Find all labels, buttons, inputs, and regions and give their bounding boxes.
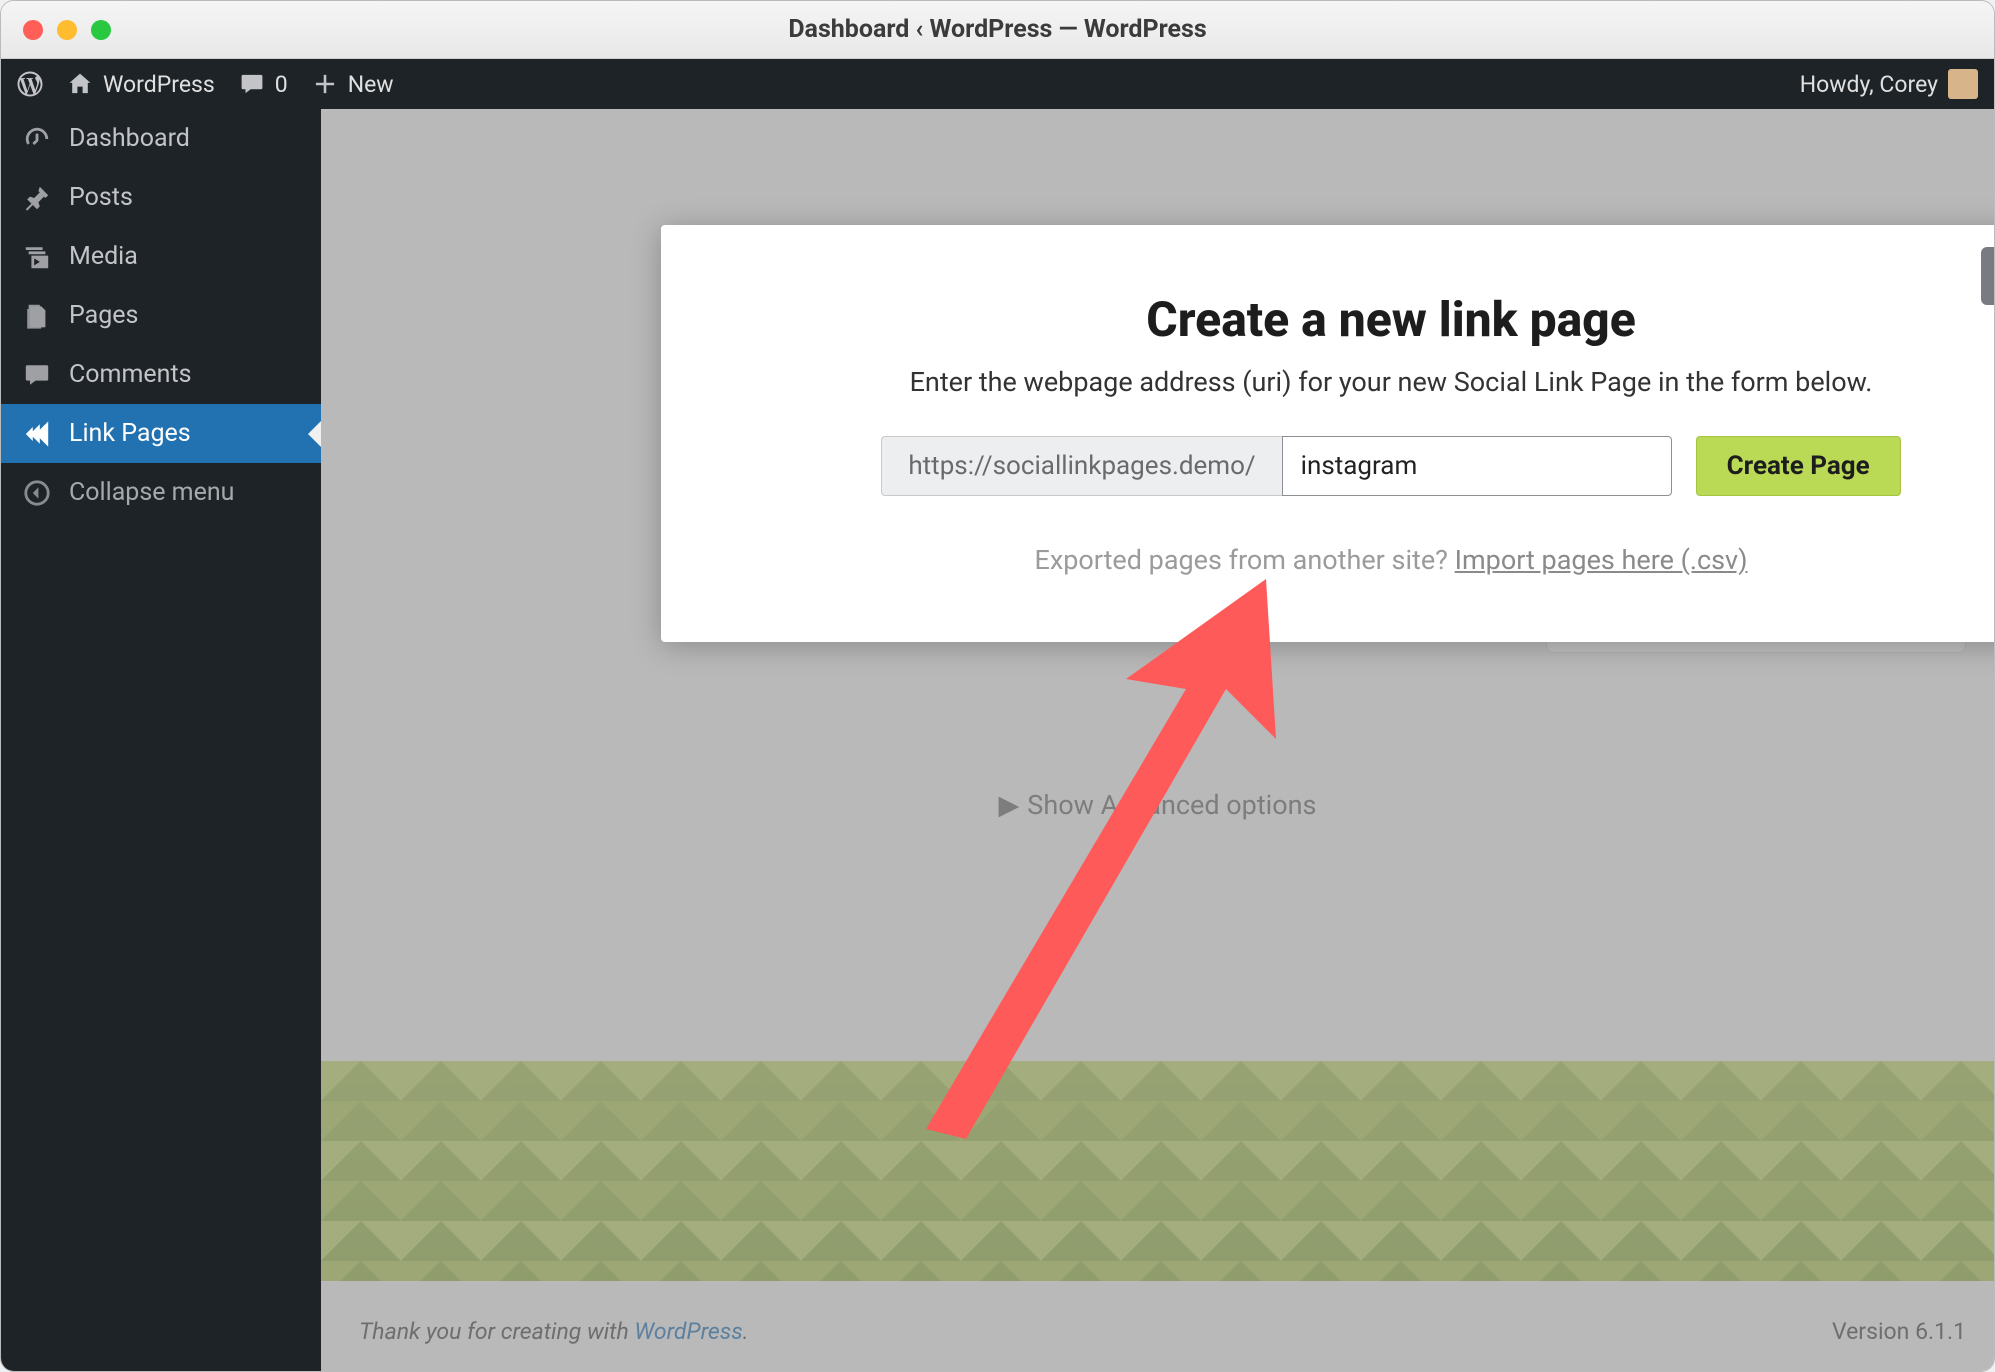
- wordpress-icon: [17, 71, 43, 97]
- site-home-button[interactable]: WordPress: [67, 71, 215, 98]
- plus-icon: [312, 71, 338, 97]
- sidebar-item-media[interactable]: Media: [1, 227, 321, 286]
- import-prompt-text: Exported pages from another site?: [1034, 544, 1454, 576]
- admin-bar: WordPress 0 New Howdy, Corey: [1, 59, 1994, 109]
- new-content-button[interactable]: New: [312, 71, 394, 98]
- create-page-button[interactable]: Create Page: [1696, 436, 1901, 496]
- pin-icon: [23, 184, 51, 212]
- sidebar-item-pages[interactable]: Pages: [1, 286, 321, 345]
- collapse-icon: [23, 479, 51, 507]
- window-zoom-icon[interactable]: [91, 20, 111, 40]
- sidebar-item-label: Media: [69, 242, 138, 271]
- new-label: New: [348, 71, 394, 98]
- sidebar-item-label: Posts: [69, 183, 133, 212]
- howdy-text: Howdy, Corey: [1800, 71, 1938, 98]
- import-pages-link[interactable]: Import pages here (.csv): [1455, 544, 1748, 576]
- page-slug-input[interactable]: [1282, 436, 1672, 496]
- pages-icon: [23, 302, 51, 330]
- sidebar-item-label: Collapse menu: [69, 478, 234, 507]
- modal-subtitle: Enter the webpage address (uri) for your…: [691, 366, 1994, 398]
- sidebar-item-dashboard[interactable]: Dashboard: [1, 109, 321, 168]
- dashboard-icon: [23, 125, 51, 153]
- comments-bubble-button[interactable]: 0: [239, 71, 288, 98]
- sidebar-item-comments[interactable]: Comments: [1, 345, 321, 404]
- close-button[interactable]: Close: [1981, 247, 1994, 305]
- sidebar-item-label: Comments: [69, 360, 192, 389]
- window-title: Dashboard ‹ WordPress — WordPress: [1, 15, 1994, 44]
- comment-icon: [239, 71, 265, 97]
- sidebar-item-label: Link Pages: [69, 419, 191, 448]
- url-prefix-label: https://sociallinkpages.demo/: [881, 436, 1281, 496]
- import-prompt: Exported pages from another site? Import…: [691, 544, 1994, 576]
- media-icon: [23, 243, 51, 271]
- howdy-account-button[interactable]: Howdy, Corey: [1800, 69, 1978, 99]
- window-minimize-icon[interactable]: [57, 20, 77, 40]
- sidebar-item-label: Pages: [69, 301, 138, 330]
- site-name: WordPress: [103, 71, 215, 98]
- sidebar-item-posts[interactable]: Posts: [1, 168, 321, 227]
- modal-title: Create a new link page: [691, 291, 1994, 348]
- comments-icon: [23, 361, 51, 389]
- comments-count: 0: [275, 71, 288, 98]
- sidebar-item-label: Dashboard: [69, 124, 190, 153]
- window-close-icon[interactable]: [23, 20, 43, 40]
- home-icon: [67, 71, 93, 97]
- create-link-page-modal: Close Create a new link page Enter the w…: [661, 225, 1994, 642]
- sidebar-item-link-pages[interactable]: Link Pages: [1, 404, 321, 463]
- wp-logo-button[interactable]: [17, 71, 43, 97]
- admin-sidebar: Dashboard Posts Media Pages Comments Lin…: [1, 109, 321, 1371]
- linkpages-icon: [23, 420, 51, 448]
- avatar: [1948, 69, 1978, 99]
- sidebar-collapse-button[interactable]: Collapse menu: [1, 463, 321, 522]
